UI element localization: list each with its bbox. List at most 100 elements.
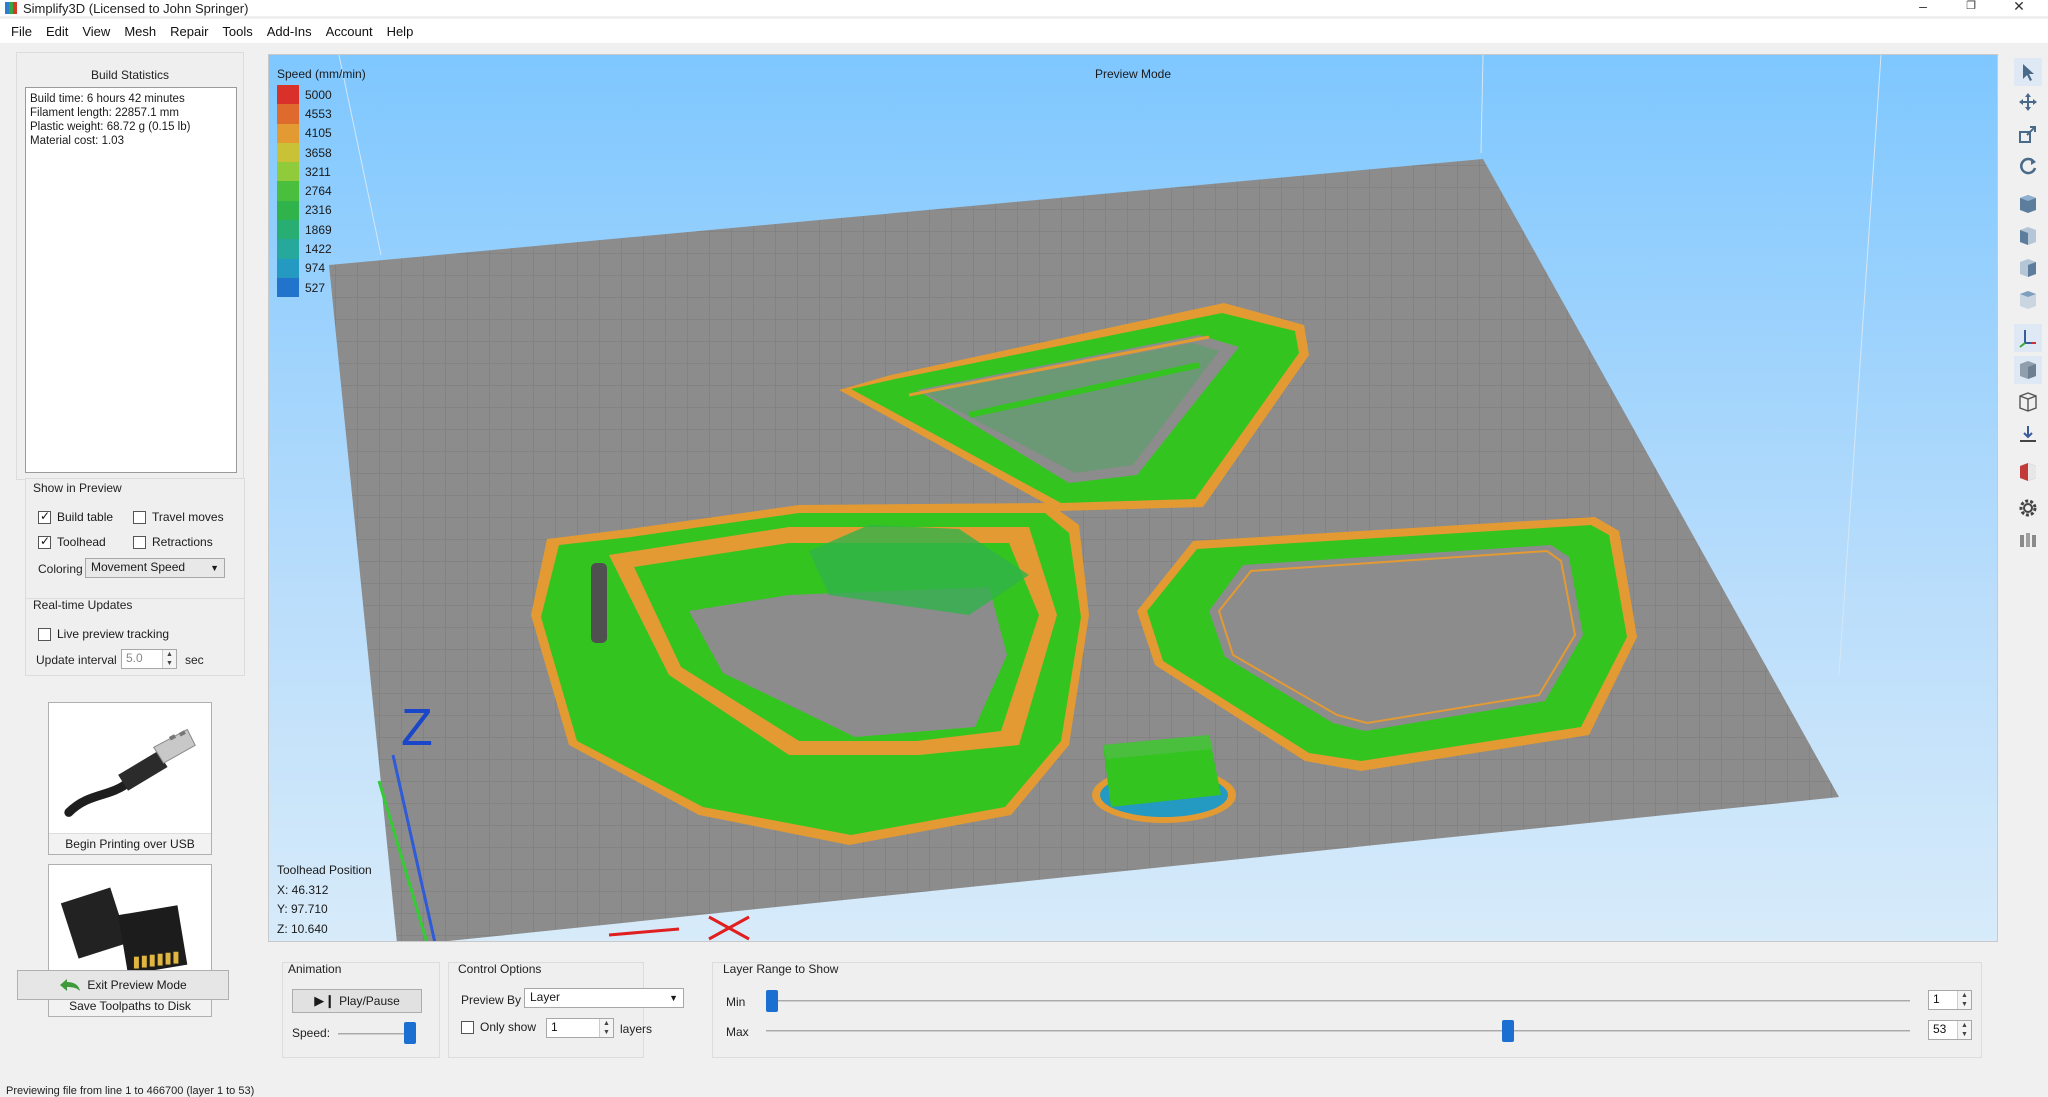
legend-value: 3211 (305, 164, 331, 179)
spin-arrows-icon[interactable]: ▲ ▼ (599, 1019, 613, 1037)
legend-row: 527 (277, 277, 366, 298)
only-show-checkbox[interactable]: Only show (461, 1020, 536, 1034)
section-icon[interactable] (2014, 458, 2042, 486)
legend-value: 4553 (305, 106, 332, 121)
min-layer-spinbox[interactable]: 1 ▲ ▼ (1928, 990, 1972, 1010)
preview-by-dropdown[interactable]: Layer ▼ (524, 988, 684, 1008)
volume-edge (1838, 55, 1882, 676)
max-layer-slider[interactable] (766, 1030, 1910, 1032)
select-icon[interactable] (2014, 58, 2042, 86)
legend-value: 527 (305, 280, 326, 295)
scale-icon[interactable] (2014, 120, 2042, 148)
legend-rows: 5000 4553 4105 3658 3211 2764 2316 1869 1422 974 5… (277, 85, 366, 298)
update-interval-unit: sec (185, 653, 204, 667)
min-layer-slider[interactable] (766, 1000, 1910, 1002)
menu-help[interactable]: Help (380, 22, 421, 41)
max-layer-spinbox[interactable]: 53 ▲ ▼ (1928, 1020, 1972, 1040)
legend-row: 974 (277, 258, 366, 278)
checkbox-box[interactable] (38, 509, 51, 524)
preview-viewport[interactable]: Z Preview Mode Speed (mm/min) 5000 4553 41… (268, 54, 1998, 942)
speed-slider-thumb[interactable] (404, 1022, 416, 1044)
checkbox-box[interactable] (133, 535, 146, 549)
legend-swatch (277, 239, 299, 259)
title-bar: Simplify3D (Licensed to John Springer) –… (0, 0, 2048, 16)
spin-arrows-icon[interactable]: ▲ ▼ (162, 650, 176, 668)
wireframe-icon[interactable] (2014, 388, 2042, 416)
control-options-title: Control Options (458, 962, 542, 976)
toolhead-y: Y: 97.710 (277, 902, 328, 916)
travel-moves-checkbox[interactable]: Travel moves (133, 510, 224, 524)
build-scene[interactable]: Z (269, 55, 1998, 942)
spin-arrows-icon[interactable]: ▲ ▼ (1957, 991, 1971, 1009)
toolhead-x: X: 46.312 (277, 882, 329, 897)
checkbox-box[interactable] (38, 627, 51, 641)
usb-cable-icon (49, 703, 211, 833)
view-side-icon[interactable] (2014, 254, 2042, 282)
exit-preview-button[interactable]: Exit Preview Mode (17, 970, 229, 1000)
update-interval-spinbox[interactable]: 5.0 ▲ ▼ (121, 649, 177, 669)
menu-mesh[interactable]: Mesh (117, 22, 163, 41)
spin-arrows-icon[interactable]: ▲ ▼ (1957, 1021, 1971, 1039)
axis-x-line (608, 927, 680, 937)
legend-value: 3658 (305, 145, 332, 160)
only-show-layers-spinbox[interactable]: 1 ▲ ▼ (546, 1018, 614, 1038)
build-statistics-text: Build time: 6 hours 42 minutes Filament … (25, 87, 237, 473)
chevron-down-icon: ▼ (669, 993, 678, 1003)
checkbox-box[interactable] (461, 1020, 474, 1034)
menu-repair[interactable]: Repair (163, 22, 215, 41)
legend-row: 2316 (277, 200, 366, 221)
begin-printing-usb-button[interactable]: Begin Printing over USB (48, 702, 212, 855)
retractions-checkbox[interactable]: Retractions (133, 535, 213, 549)
legend-swatch (277, 85, 299, 105)
stat-plastic-weight: Plastic weight: 68.72 g (0.15 lb) (30, 121, 191, 133)
view-iso-icon[interactable] (2014, 286, 2042, 314)
legend-row: 4553 (277, 104, 366, 124)
settings-gear-icon[interactable] (2014, 494, 2042, 522)
menu-add-ins[interactable]: Add-Ins (260, 22, 319, 41)
restore-icon[interactable]: ❐ (1948, 0, 1994, 16)
checkbox-box[interactable] (133, 510, 146, 524)
update-interval-label: Update interval (36, 653, 117, 667)
max-layer-slider-thumb[interactable] (1501, 1020, 1514, 1042)
legend-row: 1869 (277, 220, 366, 240)
stat-filament-length: Filament length: 22857.1 mm (30, 107, 179, 119)
menu-bar: File Edit View Mesh Repair Tools Add-Ins… (0, 19, 2048, 43)
legend-value: 1422 (305, 242, 332, 257)
build-table-checkbox[interactable]: Build table (38, 509, 113, 524)
legend-row: 2764 (277, 181, 366, 201)
legend-swatch (277, 277, 299, 298)
coloring-dropdown[interactable]: Movement Speed ▼ (85, 558, 225, 578)
axes-icon[interactable] (2014, 324, 2042, 352)
checkbox-box[interactable] (38, 534, 51, 549)
live-preview-tracking-checkbox[interactable]: Live preview tracking (38, 627, 169, 641)
preview-by-value: Layer (530, 990, 561, 1004)
solid-view-icon[interactable] (2014, 356, 2042, 384)
min-layer-slider-thumb[interactable] (766, 990, 778, 1012)
legend-swatch (277, 181, 299, 201)
legend-row: 5000 (277, 85, 366, 105)
layers-icon[interactable] (2014, 526, 2042, 554)
menu-file[interactable]: File (4, 22, 39, 41)
legend-row: 3211 (277, 162, 366, 182)
preview-by-label: Preview By (461, 993, 522, 1007)
view-top-icon[interactable] (2014, 190, 2042, 218)
build-statistics-title: Build Statistics (90, 68, 170, 82)
menu-account[interactable]: Account (319, 22, 380, 41)
minimize-icon[interactable]: – (1900, 0, 1946, 16)
menu-view[interactable]: View (75, 22, 117, 41)
toolhead-checkbox[interactable]: Toolhead (38, 534, 106, 549)
live-preview-tracking-label: Live preview tracking (57, 627, 170, 641)
rotate-icon[interactable] (2014, 152, 2042, 180)
axis-z-label: Z (401, 699, 433, 757)
retractions-label: Retractions (152, 535, 213, 549)
ground-icon[interactable] (2014, 420, 2042, 448)
legend-title: Speed (mm/min) (277, 67, 366, 81)
legend-swatch (277, 258, 299, 278)
close-icon[interactable]: ✕ (1996, 0, 2042, 16)
menu-tools[interactable]: Tools (215, 22, 259, 41)
play-pause-button[interactable]: ▶❙ Play/Pause (292, 989, 422, 1013)
view-front-icon[interactable] (2014, 222, 2042, 250)
app-logo-icon (5, 2, 17, 14)
menu-edit[interactable]: Edit (39, 22, 75, 41)
move-icon[interactable] (2014, 88, 2042, 116)
